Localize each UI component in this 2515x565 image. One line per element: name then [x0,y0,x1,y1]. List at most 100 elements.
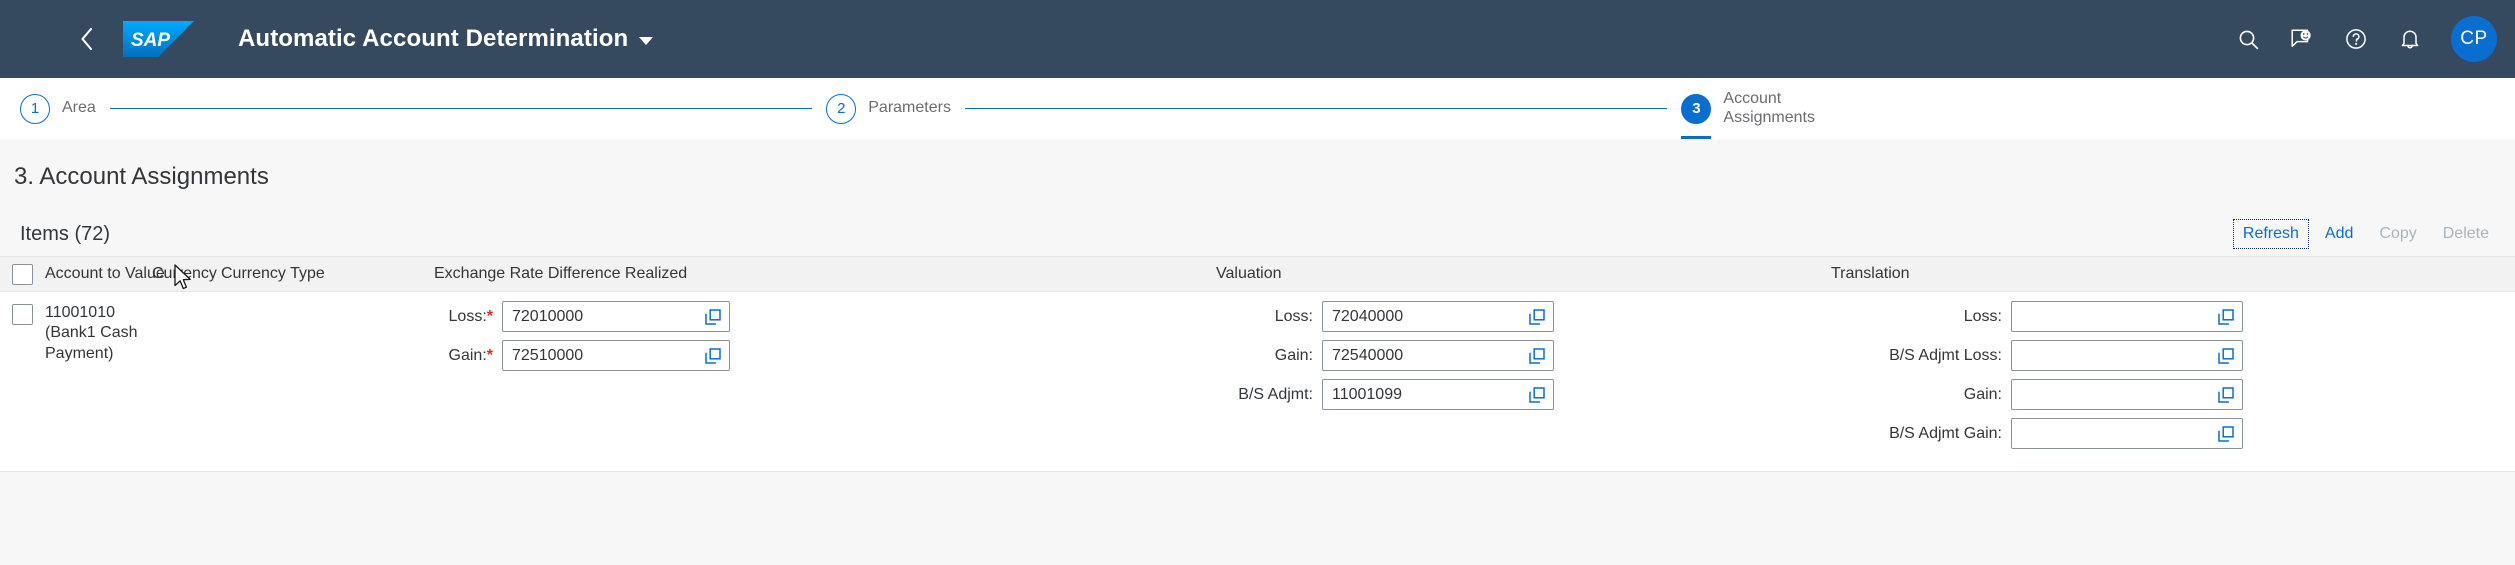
value-help-icon[interactable] [704,308,722,326]
wizard-step-1-label: Area [62,99,96,117]
wizard-step-2-label: Parameters [868,99,951,117]
cell-exchange-rate-difference-realized: Loss:* Gain:* [434,292,1216,471]
column-header-currency-type: Currency Type [221,265,325,282]
table-row: 11001010 (Bank1 Cash Payment) Loss:* 720… [0,292,2515,472]
cell-currency [152,292,221,471]
label-valuation-gain: Gain: [1274,346,1313,364]
input-wrapper-erd-gain [502,340,730,371]
input-valuation-gain[interactable] [1323,341,1553,370]
column-header-translation: Translation [1831,265,1910,282]
field-group-valuation: Loss: Gain: [1216,292,1831,411]
value-help-icon[interactable] [2217,425,2235,443]
value-help-icon[interactable] [1528,386,1546,404]
wizard-step-parameters[interactable]: 2 Parameters [826,78,951,139]
field-row-translation-bs-adjmt-gain: B/S Adjmt Gain: [1831,417,2515,450]
field-row-valuation-loss: Loss: [1216,300,1831,333]
shell-actions: CP [2229,16,2497,62]
label-erd-gain-text: Gain: [448,346,487,364]
field-row-erd-gain: Gain:* [434,339,1216,372]
cell-valuation: Loss: Gain: [1216,292,1831,471]
delete-button: Delete [2433,219,2499,249]
field-row-valuation-gain: Gain: [1216,339,1831,372]
items-count-title: Items (72) [20,222,111,245]
feedback-icon[interactable] [2283,20,2321,58]
field-row-translation-bs-adjmt-loss: B/S Adjmt Loss: [1831,339,2515,372]
input-translation-bs-adjmt-loss[interactable] [2012,341,2242,370]
column-header-exchange-rate-difference-realized: Exchange Rate Difference Realized [434,265,688,282]
select-all-checkbox[interactable] [12,263,33,285]
field-group-translation: Loss: B/S Adjmt Loss: Gain: B/S Adjmt Ga… [1831,292,2515,450]
select-all-checkbox-cell [0,263,45,285]
wizard-connector-2 [964,108,1668,109]
input-wrapper-translation-loss [2011,301,2243,332]
wizard-step-area[interactable]: 1 Area [20,78,96,139]
avatar[interactable]: CP [2451,16,2497,62]
cell-currency-type [221,292,434,471]
table-toolbar: Items (72) Refresh Add Copy Delete [0,212,2515,256]
input-valuation-bs-adjmt[interactable] [1323,380,1553,409]
input-wrapper-erd-loss [502,301,730,332]
label-translation-bs-adjmt-gain: B/S Adjmt Gain: [1889,424,2002,442]
wizard-step-1-number: 1 [20,93,50,124]
row-select-checkbox[interactable] [12,304,33,325]
add-button[interactable]: Add [2315,219,2363,249]
input-valuation-loss[interactable] [1323,302,1553,331]
input-translation-loss[interactable] [2012,302,2242,331]
input-wrapper-valuation-loss [1322,301,1554,332]
input-wrapper-translation-gain [2011,379,2243,410]
label-erd-loss-text: Loss: [448,307,487,325]
wizard-step-2-number: 2 [826,93,857,124]
required-indicator: * [486,346,493,364]
input-erd-loss[interactable] [503,302,729,331]
refresh-button[interactable]: Refresh [2232,219,2309,249]
label-erd-gain: Gain:* [434,347,502,365]
shell-header: SAP Automatic Account Determination CP [0,0,2515,78]
value-help-icon[interactable] [1528,347,1546,365]
required-indicator: * [486,307,493,325]
field-row-valuation-bs-adjmt: B/S Adjmt: [1216,378,1831,411]
field-row-translation-gain: Gain: [1831,378,2515,411]
search-icon[interactable] [2229,20,2267,58]
app-title-menu[interactable]: Automatic Account Determination [238,25,654,53]
field-row-erd-loss: Loss:* [434,300,1216,333]
value-help-icon[interactable] [704,347,722,365]
svg-text:SAP: SAP [131,30,170,51]
app-title: Automatic Account Determination [238,25,629,52]
copy-button: Copy [2369,219,2426,249]
cell-translation: Loss: B/S Adjmt Loss: Gain: B/S Adjmt Ga… [1831,292,2515,471]
toolbar-actions: Refresh Add Copy Delete [2232,219,2499,249]
input-translation-bs-adjmt-gain[interactable] [2012,419,2242,448]
value-help-icon[interactable] [1528,308,1546,326]
sap-logo[interactable]: SAP [123,21,194,57]
label-erd-loss: Loss:* [434,308,502,326]
label-translation-loss: Loss: [1963,307,2002,325]
label-translation-gain: Gain: [1963,385,2002,403]
column-header-account-to-value: Account to Value [45,265,165,282]
row-select-cell [0,292,45,471]
value-help-icon[interactable] [2217,308,2235,326]
page-content: 3. Account Assignments Items (72) Refres… [0,139,2515,565]
wizard-connector-1 [109,108,813,109]
input-wrapper-valuation-bs-adjmt [1322,379,1554,410]
chevron-down-icon [639,36,654,45]
value-help-icon[interactable] [2217,347,2235,365]
notifications-icon[interactable] [2391,20,2429,58]
input-erd-gain[interactable] [503,341,729,370]
column-header-currency: Currency [152,265,217,282]
back-button[interactable] [70,22,104,56]
label-valuation-bs-adjmt: B/S Adjmt: [1238,385,1313,403]
value-help-icon[interactable] [2217,386,2235,404]
table-header-row: Account to Value Currency Currency Type … [0,256,2515,292]
label-valuation-loss: Loss: [1274,307,1313,325]
chevron-left-icon [77,26,97,52]
wizard-step-account-assignments[interactable]: 3 Account Assignments [1681,78,1815,139]
input-wrapper-translation-bs-adjmt-loss [2011,340,2243,371]
input-translation-gain[interactable] [2012,380,2242,409]
input-wrapper-valuation-gain [1322,340,1554,371]
wizard-step-3-number: 3 [1681,93,1712,124]
column-header-valuation: Valuation [1216,265,1282,282]
wizard-progress-navigator: 1 Area 2 Parameters 3 Account Assignment… [0,78,2515,139]
help-icon[interactable] [2337,20,2375,58]
cell-account-to-value: 11001010 (Bank1 Cash Payment) [45,304,138,362]
page-title: 3. Account Assignments [14,163,269,190]
